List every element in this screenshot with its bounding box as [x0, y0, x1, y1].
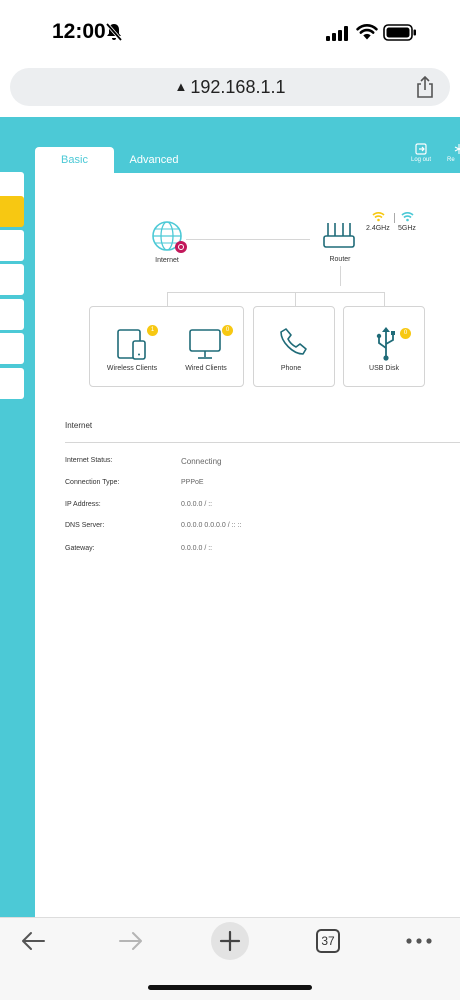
- section-title: Internet: [65, 421, 93, 430]
- wireless-clients-badge: 1: [147, 325, 158, 336]
- new-tab-plus-icon[interactable]: [219, 930, 241, 952]
- signal-icon: [326, 26, 348, 41]
- usb-icon[interactable]: [374, 326, 398, 362]
- connector-line: [295, 292, 296, 306]
- url-display[interactable]: ▲ 192.168.1.1: [10, 77, 450, 98]
- sidebar-item[interactable]: [0, 299, 24, 330]
- address-bar[interactable]: ▲ 192.168.1.1: [10, 68, 450, 106]
- usb-disk-badge: 0: [400, 328, 411, 339]
- connector-line: [384, 292, 385, 306]
- router-icon[interactable]: [322, 220, 358, 250]
- screen: 12:00 ▲ 192.168.1.1 Basic Advanced Log o…: [0, 0, 460, 1000]
- wireless-clients-label: Wireless Clients: [106, 365, 158, 372]
- band-5g-label: 5GHz: [398, 225, 416, 232]
- ip-address-value: 0.0.0.0 / ::: [181, 501, 213, 508]
- wifi-2g-icon[interactable]: [372, 211, 385, 222]
- gateway-value: 0.0.0.0 / ::: [181, 545, 213, 552]
- sidebar-item[interactable]: [0, 368, 24, 399]
- bell-slash-icon: [105, 22, 123, 42]
- battery-icon: [383, 24, 416, 41]
- wifi-icon: [356, 24, 378, 40]
- usb-disk-label: USB Disk: [369, 365, 399, 372]
- connector-line: [340, 266, 341, 286]
- dns-server-value: 0.0.0.0 0.0.0.0 / :: ::: [181, 522, 242, 529]
- forward-arrow-icon[interactable]: [118, 930, 144, 952]
- connection-type-label: Connection Type:: [65, 479, 120, 486]
- sidebar-item[interactable]: [0, 230, 24, 261]
- phone-icon[interactable]: [278, 327, 308, 357]
- internet-status-value: Connecting: [181, 457, 222, 466]
- more-icon[interactable]: [406, 937, 432, 945]
- gateway-label: Gateway:: [65, 545, 95, 552]
- content-panel: [35, 173, 460, 917]
- home-indicator: [148, 985, 312, 990]
- sidebar-item[interactable]: [0, 264, 24, 295]
- wired-clients-icon[interactable]: [188, 327, 224, 361]
- sidebar-item[interactable]: [0, 333, 24, 364]
- reboot-icon: [454, 144, 460, 154]
- internet-status-label: Internet Status:: [65, 457, 113, 464]
- clock: 12:00: [52, 20, 106, 43]
- divider: [65, 442, 460, 443]
- logout-button[interactable]: Log out: [404, 143, 438, 163]
- sidebar-item-active[interactable]: [0, 196, 24, 227]
- dns-server-label: DNS Server:: [65, 522, 105, 529]
- status-bar: 12:00: [0, 0, 460, 64]
- connector-line: [167, 292, 168, 306]
- wired-clients-label: Wired Clients: [185, 365, 227, 372]
- wireless-clients-icon[interactable]: [116, 327, 148, 361]
- ip-address-label: IP Address:: [65, 501, 101, 508]
- connection-type-value: PPPoE: [181, 479, 204, 486]
- tab-basic[interactable]: Basic: [35, 147, 114, 173]
- connector-line: [167, 292, 384, 293]
- warning-icon: ▲: [174, 79, 188, 94]
- wifi-5g-icon[interactable]: [401, 211, 414, 222]
- url-text: 192.168.1.1: [190, 77, 286, 97]
- logout-icon: [415, 143, 427, 155]
- back-arrow-icon[interactable]: [20, 930, 46, 952]
- phone-label: Phone: [280, 365, 302, 372]
- reboot-button[interactable]: Re: [447, 143, 460, 163]
- band-2g-label: 2.4GHz: [366, 225, 390, 232]
- wired-clients-badge: 0: [222, 325, 233, 336]
- router-label: Router: [329, 256, 351, 263]
- internet-label: Internet: [155, 257, 179, 264]
- connector-line: [186, 239, 310, 240]
- reboot-label: Re: [447, 157, 455, 163]
- band-divider: [394, 213, 395, 223]
- tab-advanced[interactable]: Advanced: [114, 147, 194, 173]
- tab-count-button[interactable]: 37: [316, 929, 340, 953]
- internet-globe-icon[interactable]: [150, 220, 190, 256]
- share-icon[interactable]: [416, 76, 434, 98]
- logout-label: Log out: [410, 157, 432, 163]
